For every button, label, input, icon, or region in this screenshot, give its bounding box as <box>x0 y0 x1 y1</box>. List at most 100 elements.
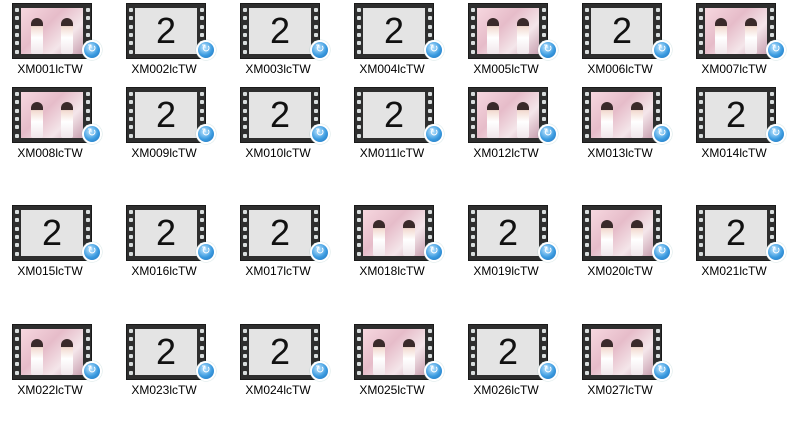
film-sprockets <box>469 325 476 379</box>
file-item[interactable]: 2 ↻ XM011lcTW <box>342 84 454 164</box>
placeholder-number: 2 <box>155 94 177 135</box>
file-item[interactable]: ↻ XM008lcTW <box>0 84 112 164</box>
video-file-icon: 2 <box>582 3 662 59</box>
curved-arrow-icon: ↻ <box>201 363 211 376</box>
file-item[interactable]: 2 ↻ XM015lcTW <box>0 202 112 282</box>
media-player-badge-icon: ↻ <box>424 40 444 60</box>
media-player-badge-icon: ↻ <box>82 124 102 144</box>
film-sprockets <box>583 325 590 379</box>
media-player-badge-icon: ↻ <box>652 124 672 144</box>
media-player-badge-icon: ↻ <box>82 361 102 381</box>
file-grid: ↻ XM001lcTW 2 ↻ XM002lcTW 2 ↻ XM003lcTW 2 ↻ XM004l… <box>0 0 806 443</box>
placeholder-thumbnail: 2 <box>135 329 197 375</box>
video-thumbnail-image <box>21 92 83 138</box>
media-player-badge-icon: ↻ <box>310 40 330 60</box>
placeholder-thumbnail: 2 <box>249 92 311 138</box>
file-item[interactable]: ↻ XM012lcTW <box>456 84 568 164</box>
media-player-badge-icon: ↻ <box>652 361 672 381</box>
curved-arrow-icon: ↻ <box>543 126 553 139</box>
video-thumbnail-image <box>591 210 653 256</box>
file-item[interactable]: ↻ XM018lcTW <box>342 202 454 282</box>
file-item[interactable]: 2 ↻ XM014lcTW <box>684 84 796 164</box>
file-name-label: XM012lcTW <box>473 146 539 160</box>
curved-arrow-icon: ↻ <box>201 126 211 139</box>
curved-arrow-icon: ↻ <box>315 363 325 376</box>
file-item[interactable]: ↻ XM022lcTW <box>0 321 112 401</box>
video-file-icon <box>582 205 662 261</box>
file-name-label: XM015lcTW <box>17 264 83 278</box>
file-name-label: XM003lcTW <box>245 62 311 76</box>
file-name-label: XM005lcTW <box>473 62 539 76</box>
file-name-label: XM017lcTW <box>245 264 311 278</box>
media-player-badge-icon: ↻ <box>196 40 216 60</box>
file-item[interactable]: 2 ↻ XM019lcTW <box>456 202 568 282</box>
file-name-label: XM011lcTW <box>359 146 425 160</box>
film-sprockets <box>241 206 248 260</box>
curved-arrow-icon: ↻ <box>315 126 325 139</box>
curved-arrow-icon: ↻ <box>543 42 553 55</box>
file-item[interactable]: 2 ↻ XM002lcTW <box>114 0 226 80</box>
video-file-icon: 2 <box>354 87 434 143</box>
file-name-label: XM026lcTW <box>473 383 539 397</box>
film-sprockets <box>469 206 476 260</box>
film-sprockets <box>127 88 134 142</box>
file-name-label: XM023lcTW <box>131 383 197 397</box>
file-item[interactable]: ↻ XM001lcTW <box>0 0 112 80</box>
film-sprockets <box>355 325 362 379</box>
media-player-badge-icon: ↻ <box>538 124 558 144</box>
file-name-label: XM021lcTW <box>701 264 767 278</box>
file-item[interactable]: ↻ XM025lcTW <box>342 321 454 401</box>
file-name-label: XM025lcTW <box>359 383 425 397</box>
film-sprockets <box>13 88 20 142</box>
file-item[interactable]: 2 ↻ XM009lcTW <box>114 84 226 164</box>
file-item[interactable]: ↻ XM007lcTW <box>684 0 796 80</box>
file-item[interactable]: 2 ↻ XM004lcTW <box>342 0 454 80</box>
film-sprockets <box>697 206 704 260</box>
video-file-icon: 2 <box>696 205 776 261</box>
file-item[interactable]: 2 ↻ XM010lcTW <box>228 84 340 164</box>
media-player-badge-icon: ↻ <box>196 242 216 262</box>
file-item[interactable]: ↻ XM027lcTW <box>570 321 682 401</box>
media-player-badge-icon: ↻ <box>766 124 786 144</box>
file-item[interactable]: 2 ↻ XM026lcTW <box>456 321 568 401</box>
film-sprockets <box>697 88 704 142</box>
media-player-badge-icon: ↻ <box>310 361 330 381</box>
placeholder-thumbnail: 2 <box>363 8 425 54</box>
placeholder-number: 2 <box>269 94 291 135</box>
file-item[interactable]: 2 ↻ XM003lcTW <box>228 0 340 80</box>
file-name-label: XM020lcTW <box>587 264 653 278</box>
file-item[interactable]: ↻ XM020lcTW <box>570 202 682 282</box>
curved-arrow-icon: ↻ <box>87 126 97 139</box>
file-item[interactable]: 2 ↻ XM023lcTW <box>114 321 226 401</box>
media-player-badge-icon: ↻ <box>196 361 216 381</box>
file-item[interactable]: 2 ↻ XM017lcTW <box>228 202 340 282</box>
video-file-icon: 2 <box>126 3 206 59</box>
file-item[interactable]: 2 ↻ XM024lcTW <box>228 321 340 401</box>
film-sprockets <box>241 88 248 142</box>
media-player-badge-icon: ↻ <box>766 40 786 60</box>
video-file-icon: 2 <box>240 87 320 143</box>
video-file-icon: 2 <box>468 205 548 261</box>
video-file-icon: 2 <box>696 87 776 143</box>
placeholder-number: 2 <box>383 94 405 135</box>
placeholder-number: 2 <box>269 331 291 372</box>
curved-arrow-icon: ↻ <box>201 42 211 55</box>
curved-arrow-icon: ↻ <box>201 244 211 257</box>
placeholder-number: 2 <box>269 10 291 51</box>
placeholder-thumbnail: 2 <box>135 210 197 256</box>
curved-arrow-icon: ↻ <box>87 42 97 55</box>
file-item[interactable]: 2 ↻ XM016lcTW <box>114 202 226 282</box>
file-item[interactable]: 2 ↻ XM006lcTW <box>570 0 682 80</box>
film-sprockets <box>127 4 134 58</box>
video-file-icon: 2 <box>240 3 320 59</box>
file-name-label: XM009lcTW <box>131 146 197 160</box>
file-item[interactable]: ↻ XM013lcTW <box>570 84 682 164</box>
curved-arrow-icon: ↻ <box>771 126 781 139</box>
curved-arrow-icon: ↻ <box>429 244 439 257</box>
video-file-icon <box>354 205 434 261</box>
file-item[interactable]: ↻ XM005lcTW <box>456 0 568 80</box>
placeholder-thumbnail: 2 <box>249 8 311 54</box>
file-name-label: XM004lcTW <box>359 62 425 76</box>
curved-arrow-icon: ↻ <box>657 42 667 55</box>
file-item[interactable]: 2 ↻ XM021lcTW <box>684 202 796 282</box>
